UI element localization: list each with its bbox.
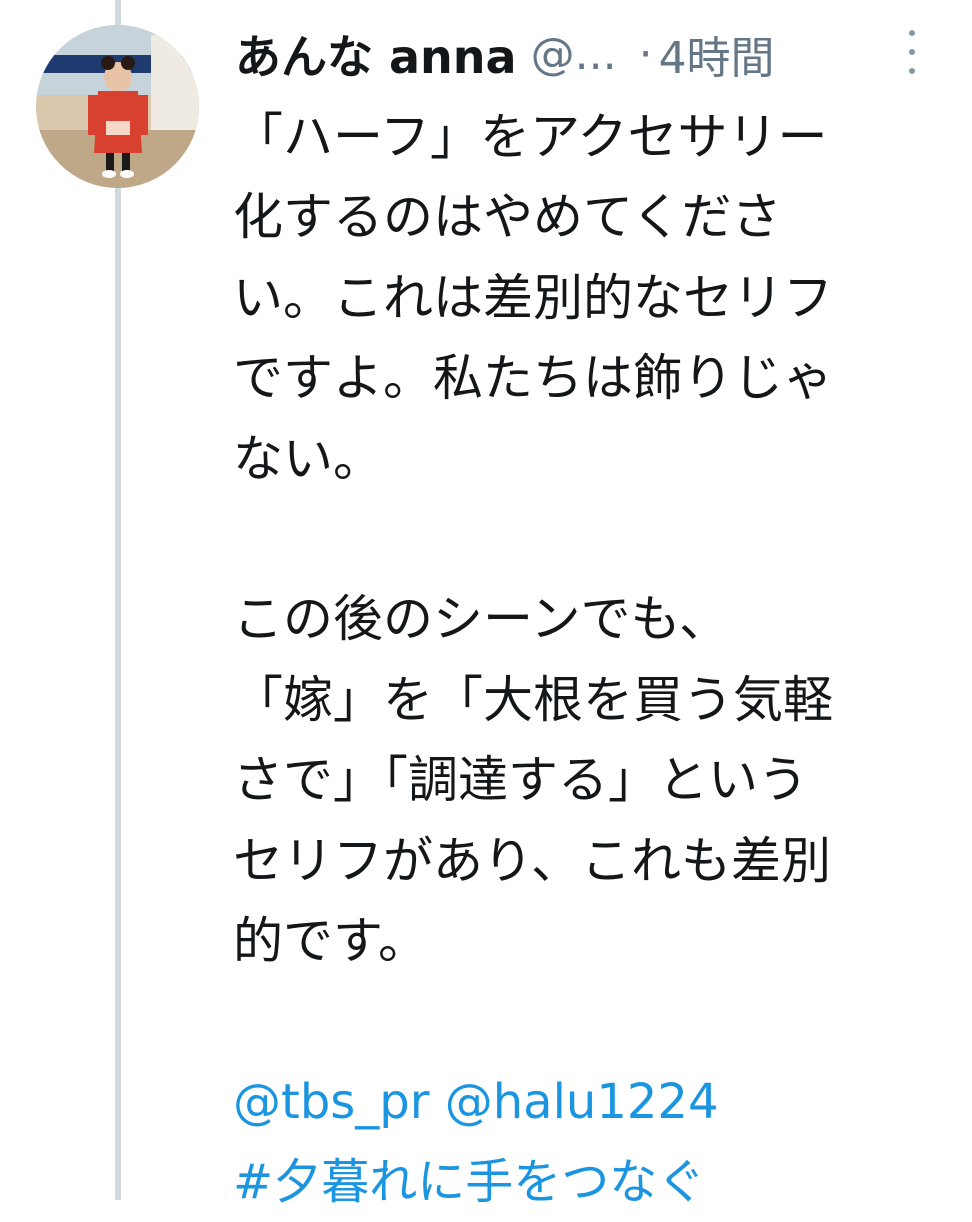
- user-handle[interactable]: @...: [531, 29, 617, 80]
- hashtag-link[interactable]: #夕暮れに手をつなぐ: [233, 1142, 953, 1222]
- tweet-text-line: 「嫁」を「大根を買う気軽: [233, 670, 833, 729]
- display-name[interactable]: あんな anna: [235, 21, 517, 87]
- tweet-text-line: ない。: [233, 429, 383, 488]
- tweet-text-line: ですよ。私たちは飾りじゃ: [233, 349, 833, 408]
- mention-links[interactable]: @tbs_pr @halu1224: [233, 1062, 953, 1142]
- tweet-text-line: セリフがあり、これも差別: [233, 831, 831, 890]
- tweet-text-line: 「ハーフ」をアクセサリー: [233, 108, 828, 166]
- separator-dot: ·: [638, 28, 653, 80]
- tweet-text-line: この後のシーンでも、: [233, 590, 729, 649]
- more-vertical-icon[interactable]: [900, 30, 924, 74]
- tweet-timestamp[interactable]: 4時間: [659, 22, 775, 86]
- avatar-photo: [36, 25, 199, 188]
- tweet-text-line: 化するのはやめてくださ: [233, 188, 782, 247]
- tweet-text-line: い。これは差別的なセリフ: [233, 268, 833, 327]
- tweet-text-line: さで」「調達する」という: [233, 751, 808, 810]
- avatar[interactable]: [36, 25, 199, 188]
- tweet-text-line: 的です。: [233, 911, 428, 970]
- tweet-header: あんな anna @... · 4時間: [235, 22, 935, 86]
- tweet-text: 「ハーフ」をアクセサリー 化するのはやめてくださ い。これは差別的なセリフ です…: [233, 97, 953, 1222]
